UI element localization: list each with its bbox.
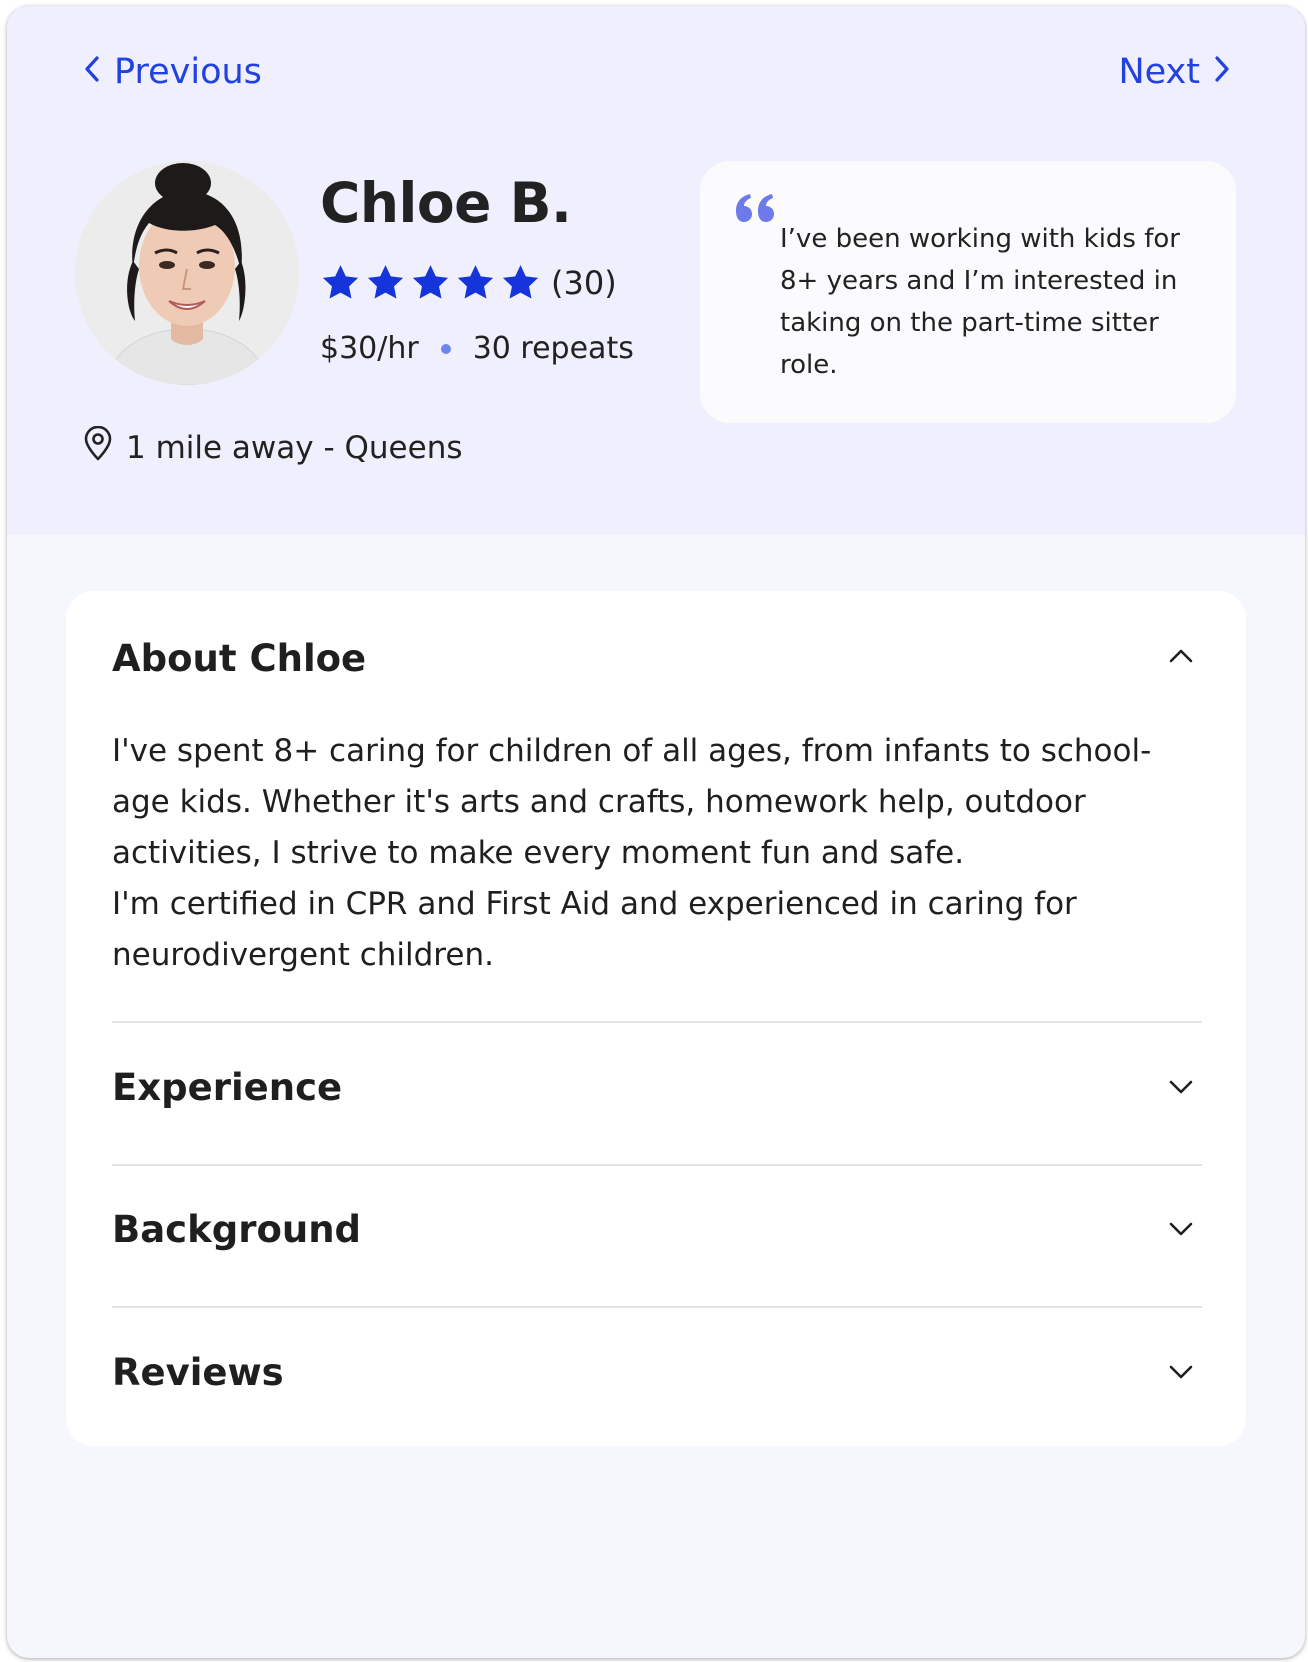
profile-name: Chloe B. xyxy=(320,171,572,235)
next-button[interactable]: Next xyxy=(1118,52,1232,93)
previous-label: Previous xyxy=(114,52,262,92)
divider xyxy=(112,1164,1202,1166)
about-section-header[interactable]: About Chloe xyxy=(112,640,1202,677)
reviews-section-header[interactable]: Reviews xyxy=(112,1354,1202,1391)
about-body: I've spent 8+ caring for children of all… xyxy=(112,726,1172,981)
star-icon xyxy=(320,262,361,303)
chevron-left-icon xyxy=(82,52,102,93)
intro-quote: I’ve been working with kids for 8+ years… xyxy=(700,161,1236,423)
about-paragraph: I'm certified in CPR and First Aid and e… xyxy=(112,886,1077,973)
quote-icon xyxy=(734,193,776,223)
chevron-down-icon[interactable] xyxy=(1168,1364,1194,1380)
map-pin-icon xyxy=(82,425,114,470)
avatar xyxy=(75,161,299,385)
experience-title: Experience xyxy=(112,1066,343,1109)
chevron-down-icon[interactable] xyxy=(1168,1221,1194,1237)
chevron-right-icon xyxy=(1212,52,1232,93)
profile-card: Previous Next Chloe B. (30) $30/hr 30 re… xyxy=(7,6,1305,1658)
location: 1 mile away - Queens xyxy=(82,425,463,470)
chevron-up-icon[interactable] xyxy=(1168,648,1194,664)
divider xyxy=(112,1306,1202,1308)
hourly-rate: $30/hr xyxy=(320,331,419,366)
background-title: Background xyxy=(112,1208,362,1251)
star-icon xyxy=(455,262,496,303)
rate-and-repeats: $30/hr 30 repeats xyxy=(320,331,634,366)
reviews-title: Reviews xyxy=(112,1351,284,1394)
rating: (30) xyxy=(320,262,617,303)
profile-header: Previous Next Chloe B. (30) $30/hr 30 re… xyxy=(7,6,1305,535)
previous-button[interactable]: Previous xyxy=(82,52,262,93)
experience-section-header[interactable]: Experience xyxy=(112,1069,1202,1106)
chevron-down-icon[interactable] xyxy=(1168,1079,1194,1095)
separator-dot xyxy=(440,343,451,354)
divider xyxy=(112,1021,1202,1023)
star-icon xyxy=(410,262,451,303)
next-label: Next xyxy=(1118,52,1200,92)
details-panel: About Chloe I've spent 8+ caring for chi… xyxy=(66,591,1246,1446)
star-icon xyxy=(365,262,406,303)
star-icon xyxy=(500,262,541,303)
about-title: About Chloe xyxy=(112,637,367,680)
quote-text: I’ve been working with kids for 8+ years… xyxy=(780,224,1180,380)
background-section-header[interactable]: Background xyxy=(112,1211,1202,1248)
repeat-count: 30 repeats xyxy=(472,331,634,366)
about-paragraph: I've spent 8+ caring for children of all… xyxy=(112,733,1152,871)
location-text: 1 mile away - Queens xyxy=(126,430,463,466)
rating-count: (30) xyxy=(551,263,617,302)
